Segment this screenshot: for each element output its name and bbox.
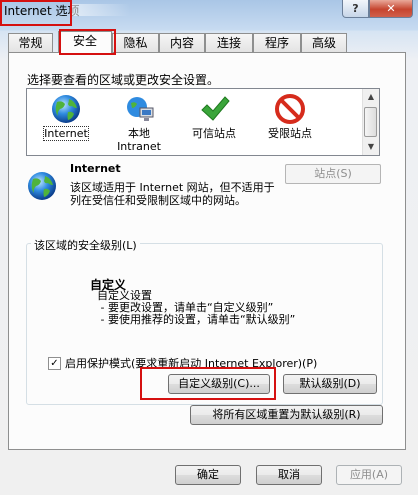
default-level-button[interactable]: 默认级别(D) (283, 374, 377, 394)
tab-connections[interactable]: 连接 (205, 33, 253, 52)
forbidden-icon (275, 94, 305, 124)
intranet-icon (127, 97, 154, 121)
check-icon (201, 96, 230, 121)
zone-internet[interactable]: Internet (29, 93, 103, 141)
zone-list: Internet 本地 Intranet 可信站点 受限站点 ▲ ▼ (26, 88, 380, 156)
tab-content[interactable]: 内容 (159, 33, 205, 52)
apply-button[interactable]: 应用(A) (336, 465, 402, 485)
selected-zone-description: 该区域适用于 Internet 网站，但不适用于列在受信任和受限制区域中的网站。 (70, 181, 275, 207)
zone-intranet[interactable]: 本地 Intranet (102, 93, 176, 153)
scroll-down-icon[interactable]: ▼ (363, 139, 379, 155)
zone-instruction: 选择要查看的区域或更改安全设置。 (27, 73, 220, 87)
security-level-label: 该区域的安全级别(L) (31, 237, 140, 253)
tab-privacy[interactable]: 隐私 (112, 33, 159, 52)
help-button[interactable]: ? (342, 0, 369, 18)
zone-label: 本地 Intranet (117, 127, 161, 153)
selected-zone-globe-icon (28, 172, 56, 200)
custom-level-description: 自定义设置 - 要更改设置，请单击“自定义级别” - 要使用推荐的设置，请单击“… (97, 289, 296, 326)
zone-restricted[interactable]: 受限站点 (253, 93, 327, 140)
selected-zone-name: Internet (70, 162, 121, 175)
close-button[interactable]: ✕ (369, 0, 413, 18)
zone-scrollbar[interactable]: ▲ ▼ (362, 89, 379, 155)
close-icon: ✕ (386, 2, 396, 15)
ok-button[interactable]: 确定 (175, 465, 241, 485)
tab-general[interactable]: 常规 (8, 33, 53, 52)
title-blur (70, 4, 130, 16)
highlight-box-title (0, 0, 72, 26)
globe-icon (52, 95, 80, 123)
cancel-button[interactable]: 取消 (256, 465, 322, 485)
tab-advanced[interactable]: 高级 (301, 33, 347, 52)
highlight-box-custom-level (140, 367, 276, 400)
help-icon: ? (352, 2, 359, 15)
zone-label: 可信站点 (192, 127, 236, 140)
title-bar: Internet 选项 ? ✕ (0, 0, 418, 30)
scroll-thumb[interactable] (364, 107, 377, 137)
highlight-box-tab (59, 29, 116, 55)
zone-trusted[interactable]: 可信站点 (177, 93, 251, 140)
scroll-up-icon[interactable]: ▲ (363, 89, 379, 105)
zone-label: 受限站点 (268, 127, 312, 140)
sites-button[interactable]: 站点(S) (285, 164, 381, 184)
zone-label: Internet (43, 126, 89, 141)
protected-mode-checkbox[interactable]: ✓ (48, 356, 61, 370)
reset-all-zones-button[interactable]: 将所有区域重置为默认级别(R) (190, 405, 383, 425)
tab-programs[interactable]: 程序 (253, 33, 301, 52)
